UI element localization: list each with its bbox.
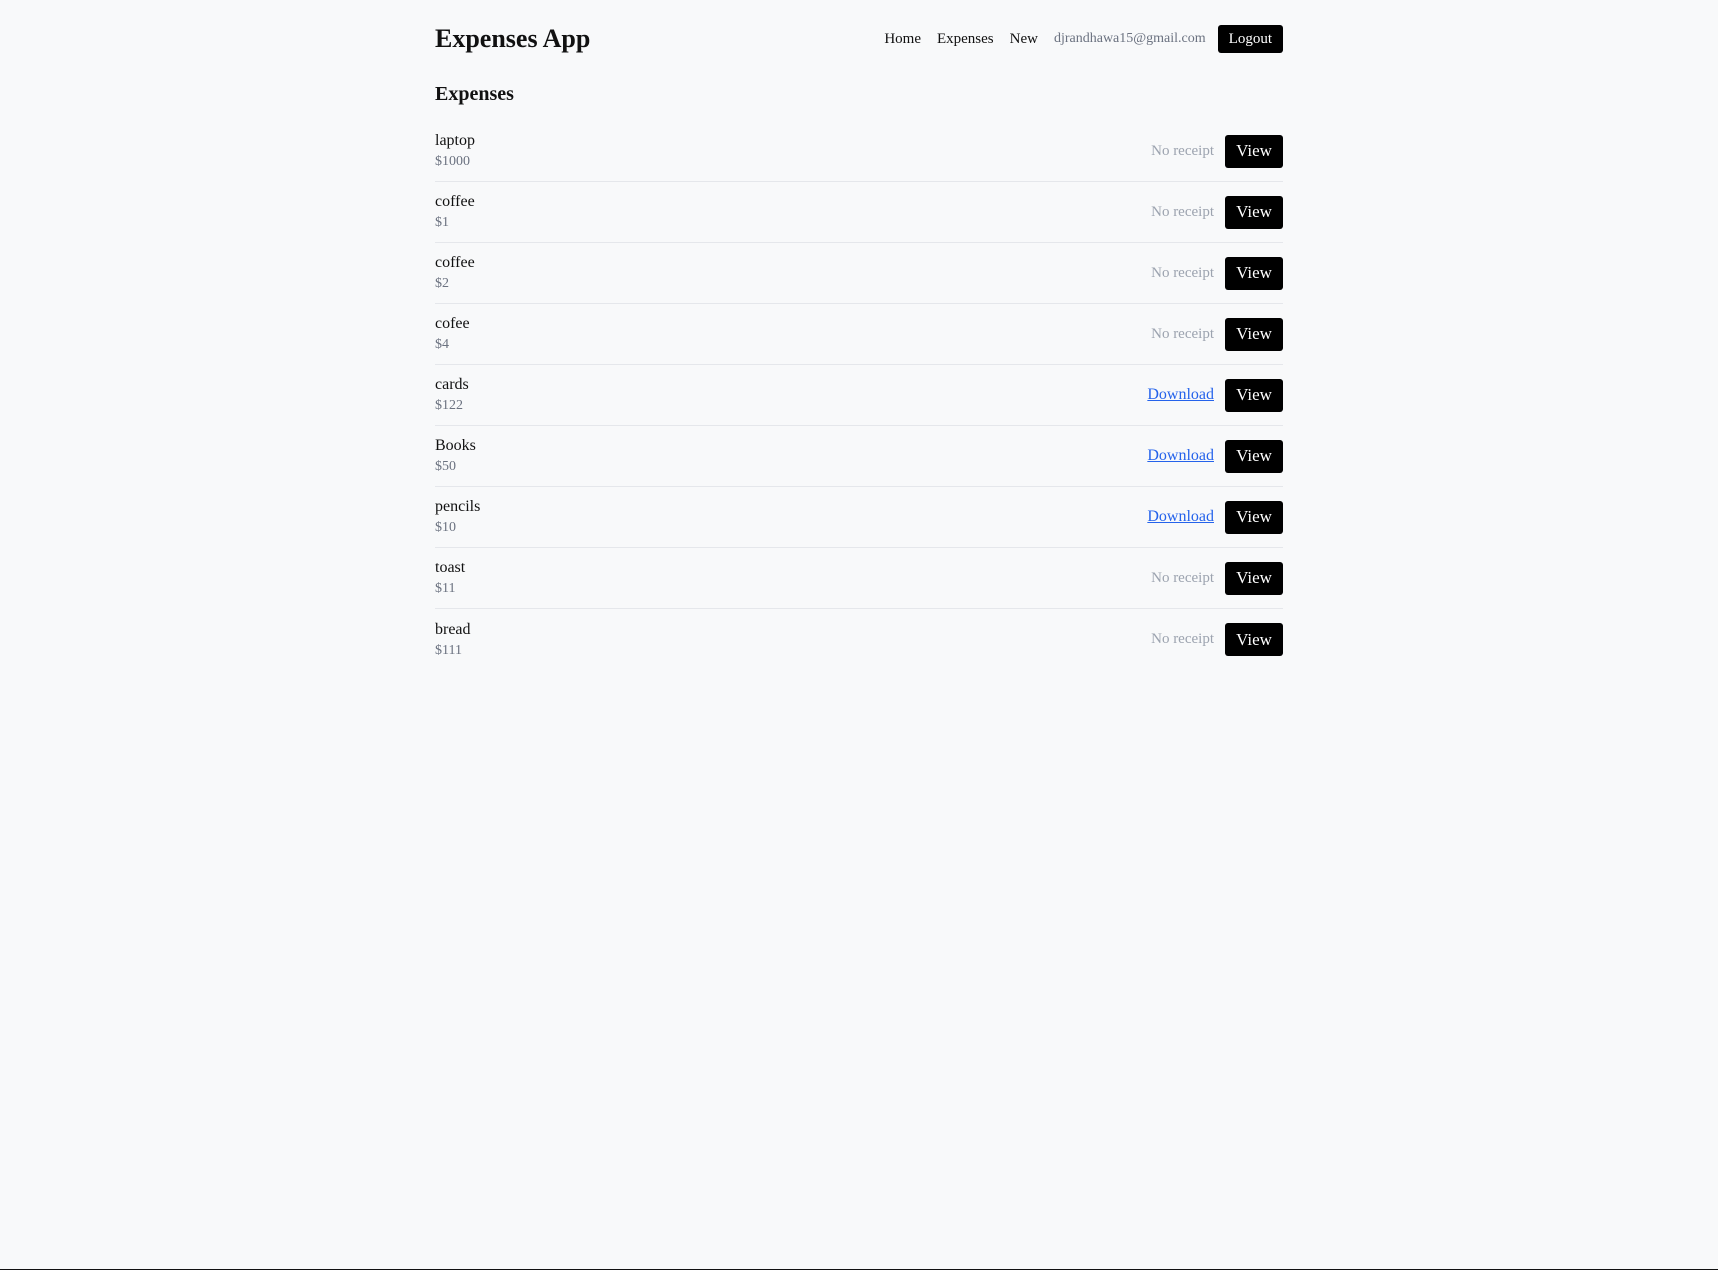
expense-row: cofee $4 No receipt View — [435, 304, 1283, 365]
expense-info: coffee $1 — [435, 191, 475, 233]
main-content: Expenses laptop $1000 No receipt View co… — [435, 78, 1283, 670]
expense-name: coffee — [435, 254, 475, 271]
no-receipt-label: No receipt — [1151, 325, 1214, 342]
expense-info: laptop $1000 — [435, 130, 475, 172]
expense-amount: $1 — [435, 215, 449, 230]
view-button[interactable]: View — [1225, 317, 1283, 351]
expense-actions: No receipt View — [1151, 561, 1283, 595]
view-button[interactable]: View — [1225, 439, 1283, 473]
nav-expenses-link[interactable]: Expenses — [937, 31, 994, 48]
expense-amount: $111 — [435, 642, 462, 658]
view-button[interactable]: View — [1225, 378, 1283, 412]
expense-list: laptop $1000 No receipt View coffee $1 N… — [435, 121, 1283, 670]
expense-info: bread $111 — [435, 619, 471, 661]
expense-name: Books — [435, 437, 476, 454]
no-receipt-label: No receipt — [1151, 142, 1214, 159]
expense-row: cards $122 Download View — [435, 365, 1283, 426]
expense-name: cofee — [435, 315, 470, 332]
expense-name: pencils — [435, 498, 481, 515]
expense-info: coffee $2 — [435, 252, 475, 294]
view-button[interactable]: View — [1225, 561, 1283, 595]
user-email: djrandhawa15@gmail.com — [1053, 31, 1206, 46]
nav-home-link[interactable]: Home — [884, 31, 921, 48]
expense-info: cards $122 — [435, 374, 469, 416]
expense-info: Books $50 — [435, 435, 476, 477]
download-receipt-link[interactable]: Download — [1147, 447, 1214, 465]
no-receipt-label: No receipt — [1151, 203, 1214, 220]
expense-amount: $11 — [435, 581, 456, 596]
expense-actions: Download View — [1147, 439, 1283, 473]
expense-row: coffee $2 No receipt View — [435, 243, 1283, 304]
page-heading: Expenses — [435, 83, 514, 105]
page-container: Expenses App Home Expenses New djrandhaw… — [435, 0, 1283, 670]
view-button[interactable]: View — [1225, 256, 1283, 290]
expense-row: pencils $10 Download View — [435, 487, 1283, 548]
expense-name: toast — [435, 559, 466, 576]
expense-info: toast $11 — [435, 557, 465, 599]
expense-actions: No receipt View — [1151, 317, 1283, 351]
expense-amount: $50 — [435, 459, 456, 474]
logout-button[interactable]: Logout — [1217, 25, 1283, 53]
expense-name: cards — [435, 376, 469, 393]
expense-actions: Download View — [1147, 378, 1283, 412]
expense-row: Books $50 Download View — [435, 426, 1283, 487]
expense-info: cofee $4 — [435, 313, 470, 355]
view-button[interactable]: View — [1225, 195, 1283, 229]
expense-name: laptop — [435, 132, 475, 149]
expense-row: laptop $1000 No receipt View — [435, 121, 1283, 182]
expense-amount: $122 — [435, 398, 463, 413]
expense-actions: No receipt View — [1151, 256, 1283, 290]
expense-amount: $10 — [435, 520, 456, 535]
expense-row: toast $11 No receipt View — [435, 548, 1283, 609]
download-receipt-link[interactable]: Download — [1147, 508, 1214, 526]
download-receipt-link[interactable]: Download — [1147, 386, 1214, 404]
expense-actions: Download View — [1147, 500, 1283, 534]
expense-name: bread — [435, 620, 471, 638]
expense-row: coffee $1 No receipt View — [435, 182, 1283, 243]
expense-amount: $1000 — [435, 154, 470, 169]
no-receipt-label: No receipt — [1151, 569, 1214, 586]
view-button[interactable]: View — [1225, 500, 1283, 534]
expense-amount: $2 — [435, 276, 449, 291]
top-navbar: Expenses App Home Expenses New djrandhaw… — [435, 0, 1283, 78]
expense-info: pencils $10 — [435, 496, 480, 538]
main-nav: Home Expenses New djrandhawa15@gmail.com… — [884, 25, 1283, 53]
expense-amount: $4 — [435, 337, 449, 352]
app-title: Expenses App — [435, 24, 591, 53]
no-receipt-label: No receipt — [1151, 264, 1214, 281]
no-receipt-label: No receipt — [1151, 631, 1214, 647]
view-button[interactable]: View — [1225, 134, 1283, 168]
expense-name: coffee — [435, 193, 475, 210]
expense-actions: No receipt View — [1151, 623, 1283, 656]
expense-actions: No receipt View — [1151, 134, 1283, 168]
nav-new-link[interactable]: New — [1010, 31, 1038, 48]
expense-actions: No receipt View — [1151, 195, 1283, 229]
expense-row: bread $111 No receipt View — [435, 609, 1283, 670]
view-button[interactable]: View — [1225, 623, 1283, 656]
